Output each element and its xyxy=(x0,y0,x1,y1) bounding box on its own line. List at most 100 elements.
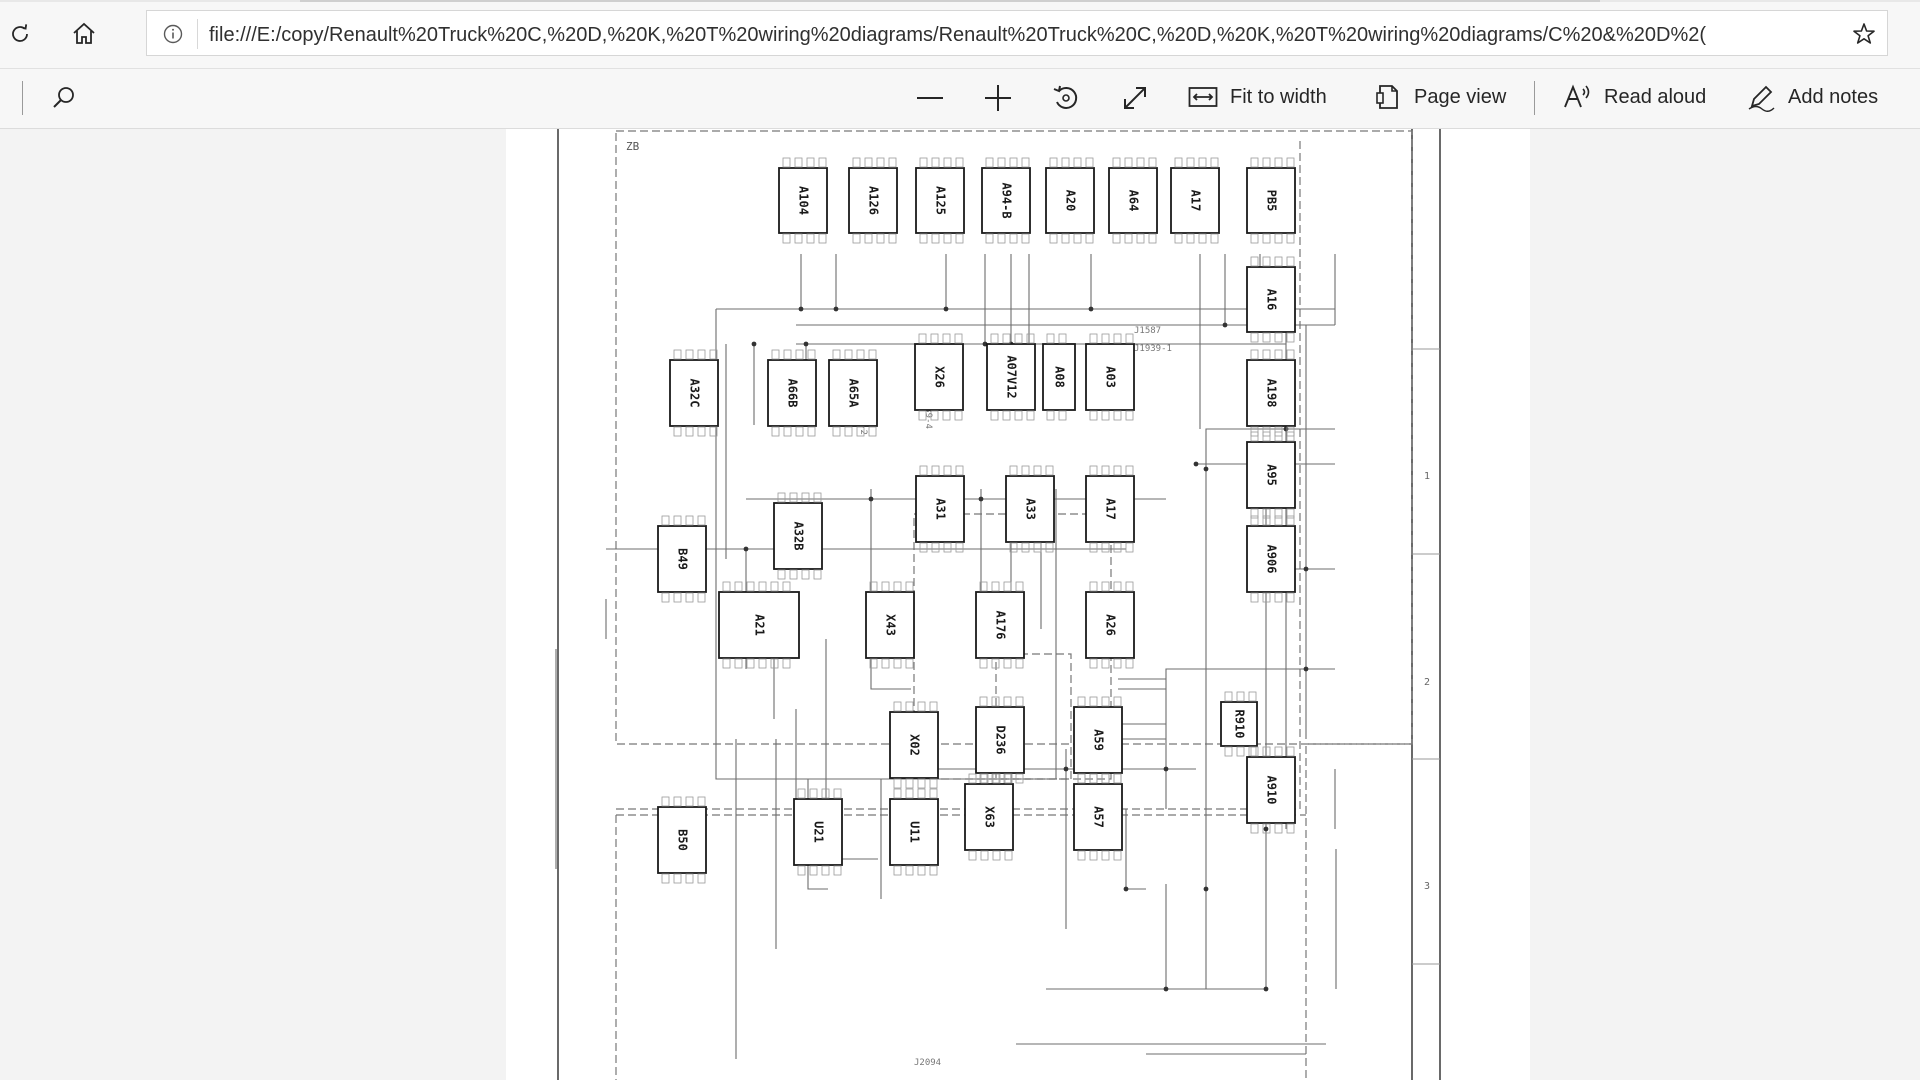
pin-marker xyxy=(943,465,952,476)
pin-marker xyxy=(864,233,873,244)
pin-marker xyxy=(1113,333,1122,344)
component-a95: A95 xyxy=(1246,431,1296,519)
pin-marker xyxy=(1186,157,1195,168)
component-x26: X26 xyxy=(914,333,964,421)
pin-marker xyxy=(795,349,804,360)
pin-marker xyxy=(807,426,816,437)
junction-dot xyxy=(1193,461,1199,467)
fit-width-icon xyxy=(1188,87,1218,107)
component-a910: A910 xyxy=(1246,746,1296,834)
pin-marker xyxy=(1174,157,1183,168)
pin-marker xyxy=(979,658,988,669)
rotate-button[interactable] xyxy=(1048,80,1084,116)
home-icon xyxy=(73,22,95,44)
pin-marker xyxy=(1250,349,1259,360)
component-a59: A59 xyxy=(1073,696,1123,784)
component-label: A16 xyxy=(1265,289,1279,311)
component-label: A104 xyxy=(797,186,811,215)
pin-marker xyxy=(771,426,780,437)
pin-marker xyxy=(1089,581,1098,592)
pin-marker xyxy=(931,157,940,168)
pin-marker xyxy=(833,788,842,799)
pin-marker xyxy=(1026,410,1035,421)
pin-marker xyxy=(794,233,803,244)
search-button[interactable] xyxy=(46,80,82,116)
pin-marker xyxy=(797,788,806,799)
pin-marker xyxy=(876,157,885,168)
pin-marker xyxy=(1136,233,1145,244)
pin-marker xyxy=(758,658,767,669)
pin-marker xyxy=(746,658,755,669)
fullscreen-button[interactable] xyxy=(1117,80,1153,116)
pin-marker xyxy=(1073,233,1082,244)
pin-marker xyxy=(1033,465,1042,476)
refresh-button[interactable] xyxy=(0,14,40,54)
pin-marker xyxy=(794,157,803,168)
pin-marker xyxy=(1101,581,1110,592)
zoom-in-button[interactable] xyxy=(980,80,1016,116)
pin-marker xyxy=(917,701,926,712)
pin-marker xyxy=(1286,233,1295,244)
pin-marker xyxy=(1015,581,1024,592)
pin-marker xyxy=(1089,850,1098,861)
pin-marker xyxy=(1250,332,1259,343)
zoom-out-button[interactable] xyxy=(912,80,948,116)
component-label: A32C xyxy=(688,379,702,408)
pin-marker xyxy=(1210,233,1219,244)
pin-marker xyxy=(1015,696,1024,707)
page-view-label: Page view xyxy=(1414,85,1507,108)
pin-marker xyxy=(1148,157,1157,168)
read-aloud-button[interactable]: Read aloud xyxy=(1562,77,1706,117)
pin-marker xyxy=(888,157,897,168)
pin-marker xyxy=(1101,850,1110,861)
pin-marker xyxy=(1250,157,1259,168)
component-a906: A906 xyxy=(1246,515,1296,603)
pin-marker xyxy=(1058,333,1067,344)
component-d236: D236 xyxy=(975,696,1025,784)
pin-marker xyxy=(1136,157,1145,168)
pin-marker xyxy=(917,778,926,789)
component-a33: A33 xyxy=(1005,465,1055,553)
pin-marker xyxy=(1089,542,1098,553)
component-label: A17 xyxy=(1104,498,1118,520)
add-notes-button[interactable]: Add notes xyxy=(1746,77,1878,117)
pin-marker xyxy=(1250,823,1259,834)
pin-marker xyxy=(832,349,841,360)
pin-marker xyxy=(1274,256,1283,267)
read-aloud-label: Read aloud xyxy=(1604,85,1707,108)
pin-marker xyxy=(1113,696,1122,707)
junction-dot xyxy=(803,341,809,347)
pin-marker xyxy=(1210,157,1219,168)
page-view-button[interactable]: Page view xyxy=(1374,77,1506,117)
pin-marker xyxy=(1002,410,1011,421)
pin-marker xyxy=(1002,333,1011,344)
pin-marker xyxy=(807,349,816,360)
component-label: A31 xyxy=(934,498,948,520)
pin-marker xyxy=(1009,233,1018,244)
pin-marker xyxy=(697,592,706,603)
pin-marker xyxy=(876,233,885,244)
pin-marker xyxy=(783,426,792,437)
url-text[interactable]: file:///E:/copy/Renault%20Truck%20C,%20D… xyxy=(209,23,1831,47)
pin-marker xyxy=(1061,157,1070,168)
pin-marker xyxy=(997,157,1006,168)
pin-marker xyxy=(1198,233,1207,244)
pin-marker xyxy=(968,850,977,861)
pin-marker xyxy=(1021,157,1030,168)
component-x43: X43 xyxy=(865,581,915,669)
document-viewport[interactable]: ZB ZC 1 2 3 xyxy=(0,129,1920,1080)
pin-marker xyxy=(1089,658,1098,669)
home-button[interactable] xyxy=(64,14,104,54)
pin-marker xyxy=(795,426,804,437)
address-field[interactable]: file:///E:/copy/Renault%20Truck%20C,%20D… xyxy=(146,10,1888,56)
pin-marker xyxy=(1113,773,1122,784)
junction-dot xyxy=(1303,566,1309,572)
pin-marker xyxy=(1113,465,1122,476)
site-info-button[interactable] xyxy=(161,22,185,46)
pin-marker xyxy=(661,515,670,526)
favorite-button[interactable] xyxy=(1849,19,1879,49)
pen-icon xyxy=(1748,85,1775,112)
pin-marker xyxy=(782,233,791,244)
pin-marker xyxy=(661,796,670,807)
fit-to-width-button[interactable]: Fit to width xyxy=(1188,77,1327,117)
